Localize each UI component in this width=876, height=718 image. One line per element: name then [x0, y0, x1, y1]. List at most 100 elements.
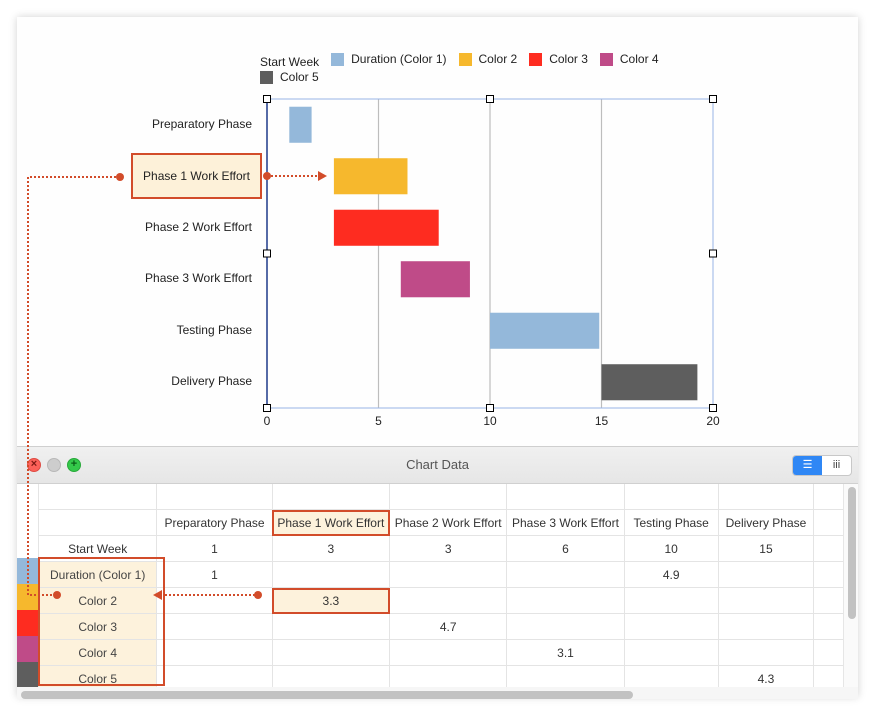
series-color-swatch[interactable]: [17, 610, 38, 636]
view-toggle[interactable]: ☰ iii: [792, 455, 852, 476]
data-cell[interactable]: [717, 587, 815, 614]
bar-preparatory-phase[interactable]: [289, 106, 312, 143]
data-cell[interactable]: [389, 587, 508, 614]
row-label[interactable]: Start Week: [37, 535, 158, 562]
row-label[interactable]: Color 2: [37, 587, 158, 614]
data-cell[interactable]: [813, 613, 844, 640]
data-cell[interactable]: [506, 665, 625, 687]
data-cell[interactable]: [506, 587, 625, 614]
data-cell[interactable]: 3: [271, 535, 391, 562]
column-header[interactable]: [813, 509, 844, 536]
data-cell[interactable]: 4.3: [717, 665, 815, 687]
data-cell[interactable]: [389, 665, 508, 687]
data-cell[interactable]: [389, 561, 508, 588]
column-header[interactable]: [37, 509, 158, 536]
blank-cell[interactable]: [389, 484, 508, 510]
column-header[interactable]: Testing Phase: [623, 509, 719, 536]
data-cell[interactable]: [813, 535, 844, 562]
legend-item[interactable]: Start Week: [260, 55, 319, 70]
blank-cell[interactable]: [813, 484, 844, 510]
category-label[interactable]: Preparatory Phase: [152, 117, 252, 131]
selection-handle[interactable]: [263, 249, 271, 258]
series-color-swatch[interactable]: [17, 558, 38, 584]
row-label[interactable]: Color 3: [37, 613, 158, 640]
data-cell[interactable]: [156, 639, 273, 666]
row-label[interactable]: Color 4: [37, 639, 158, 666]
bar-testing-phase[interactable]: [490, 312, 600, 349]
data-cell[interactable]: [623, 613, 719, 640]
data-cell[interactable]: [813, 665, 844, 687]
data-cell[interactable]: [271, 665, 391, 687]
data-cell[interactable]: [717, 639, 815, 666]
data-cell[interactable]: [506, 561, 625, 588]
series-color-swatch[interactable]: [17, 636, 38, 662]
data-cell[interactable]: 15: [717, 535, 815, 562]
legend-item[interactable]: Color 3: [529, 52, 588, 67]
data-cell[interactable]: [389, 639, 508, 666]
blank-cell[interactable]: [156, 484, 273, 510]
blank-cell[interactable]: [271, 484, 391, 510]
selection-handle[interactable]: [263, 95, 271, 103]
selection-handle[interactable]: [709, 95, 717, 103]
column-view-button[interactable]: iii: [822, 456, 851, 475]
vertical-scroll-track[interactable]: [843, 484, 858, 687]
category-label[interactable]: Phase 2 Work Effort: [145, 220, 252, 234]
list-view-button[interactable]: ☰: [793, 456, 822, 475]
data-cell[interactable]: [813, 639, 844, 666]
series-color-swatch[interactable]: [17, 662, 38, 687]
legend-item[interactable]: Color 2: [458, 52, 517, 67]
selection-handle[interactable]: [709, 249, 717, 258]
column-header[interactable]: Phase 2 Work Effort: [389, 509, 508, 536]
data-cell[interactable]: [506, 613, 625, 640]
data-cell[interactable]: 4.9: [623, 561, 719, 588]
bar-phase-3-work-effort[interactable]: [400, 261, 470, 298]
data-cell[interactable]: [623, 587, 719, 614]
selection-handle[interactable]: [486, 95, 494, 103]
category-label[interactable]: Testing Phase: [177, 323, 252, 337]
legend-item[interactable]: Color 4: [599, 52, 659, 67]
data-cell[interactable]: [813, 561, 844, 588]
row-label[interactable]: Duration (Color 1): [37, 561, 158, 588]
selection-handle[interactable]: [486, 404, 494, 412]
blank-cell[interactable]: [717, 484, 815, 510]
data-cell[interactable]: [271, 639, 391, 666]
selection-handle[interactable]: [709, 404, 717, 412]
data-cell[interactable]: 10: [623, 535, 719, 562]
column-header[interactable]: Phase 1 Work Effort: [271, 509, 391, 536]
column-header[interactable]: Preparatory Phase: [156, 509, 273, 536]
blank-cell[interactable]: [37, 484, 158, 510]
data-cell[interactable]: [271, 561, 391, 588]
data-cell[interactable]: 3: [389, 535, 508, 562]
data-cell[interactable]: 1: [156, 535, 273, 562]
legend-item[interactable]: Color 5: [260, 70, 319, 85]
data-cell[interactable]: 4.7: [389, 613, 508, 640]
data-cell[interactable]: [156, 613, 273, 640]
selection-handle[interactable]: [263, 404, 271, 412]
legend-item[interactable]: Duration (Color 1): [331, 52, 447, 67]
data-cell[interactable]: [813, 587, 844, 614]
data-cell[interactable]: [717, 613, 815, 640]
series-color-swatch[interactable]: [17, 584, 38, 610]
data-cell[interactable]: [156, 665, 273, 687]
data-cell[interactable]: [623, 665, 719, 687]
data-cell[interactable]: 3.1: [506, 639, 625, 666]
data-cell[interactable]: [623, 639, 719, 666]
horizontal-scrollbar[interactable]: [21, 691, 633, 699]
vertical-scrollbar[interactable]: [848, 487, 856, 619]
blank-cell[interactable]: [623, 484, 719, 510]
data-cell[interactable]: 3.3: [271, 587, 391, 614]
bar-delivery-phase[interactable]: [601, 364, 698, 401]
category-label[interactable]: Delivery Phase: [171, 374, 252, 388]
blank-cell[interactable]: [506, 484, 625, 510]
category-label[interactable]: Phase 1 Work Effort: [131, 153, 262, 200]
column-header[interactable]: Phase 3 Work Effort: [506, 509, 625, 536]
data-cell[interactable]: [271, 613, 391, 640]
data-cell[interactable]: [717, 561, 815, 588]
data-cell[interactable]: [156, 587, 273, 614]
window-titlebar[interactable]: × + Chart Data ☰ iii: [17, 447, 858, 484]
data-cell[interactable]: 1: [156, 561, 273, 588]
category-label[interactable]: Phase 3 Work Effort: [145, 271, 252, 285]
bar-phase-1-work-effort[interactable]: [333, 158, 408, 195]
data-grid[interactable]: Preparatory Phase Phase 1 Work Effort Phas…: [17, 484, 844, 687]
data-cell[interactable]: 6: [506, 535, 625, 562]
